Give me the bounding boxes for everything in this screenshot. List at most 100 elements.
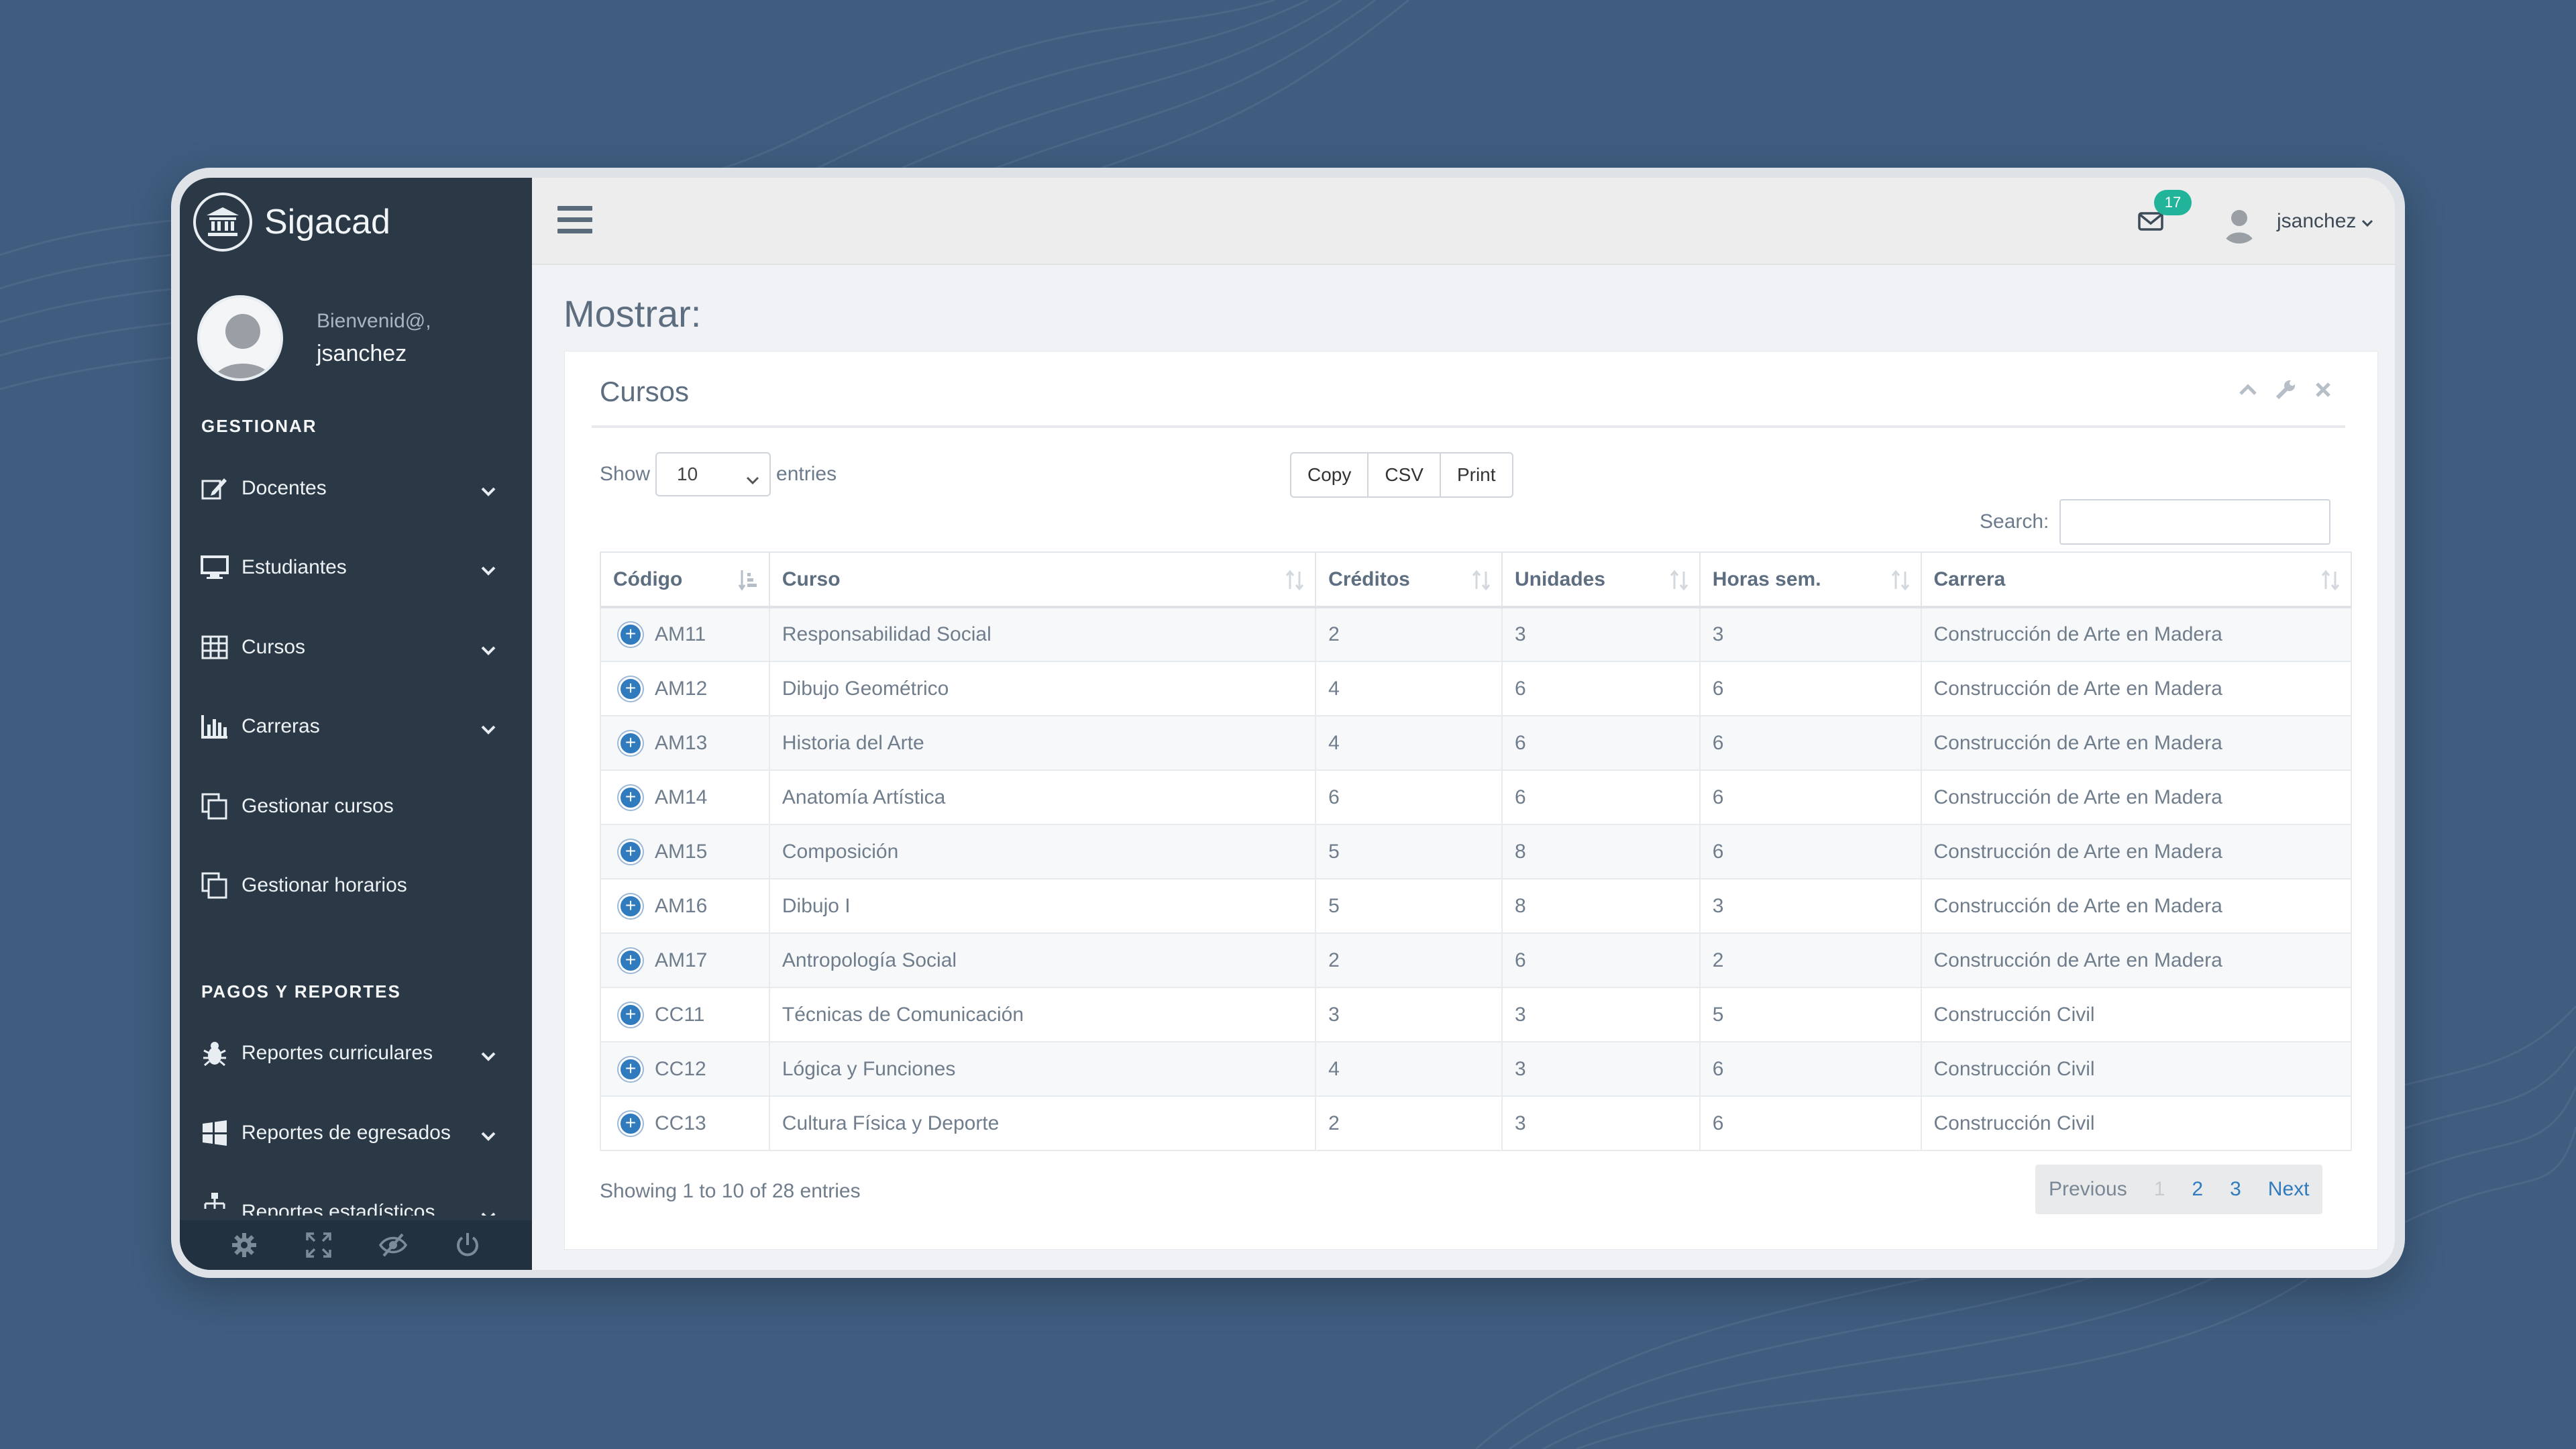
table-cell: 4 xyxy=(1315,715,1503,771)
expand-row-icon[interactable]: + xyxy=(619,1002,643,1027)
chevron-up-icon[interactable] xyxy=(2237,378,2259,401)
code-cell-content: + CC12 xyxy=(613,1057,769,1081)
brand[interactable]: Sigacad xyxy=(193,193,390,252)
pagination-next[interactable]: Next xyxy=(2255,1178,2323,1201)
table-cell: Construcción Civil xyxy=(1920,1041,2353,1097)
section-manage: GESTIONAR xyxy=(201,416,317,436)
expand-row-icon[interactable]: + xyxy=(619,894,643,918)
cell-text: AM16 xyxy=(655,894,708,917)
table-cell: 5 xyxy=(1699,987,1922,1042)
power-icon[interactable] xyxy=(451,1228,484,1262)
sidebar-item-reportes-estadisticos[interactable]: Reportes estadísticos xyxy=(200,1189,515,1216)
gear-icon[interactable] xyxy=(227,1228,261,1262)
table-cell: 2 xyxy=(1699,932,1922,988)
print-button[interactable]: Print xyxy=(1439,452,1513,498)
sidebar-item-docentes[interactable]: Docentes xyxy=(200,465,515,512)
expand-row-icon[interactable]: + xyxy=(619,785,643,810)
expand-row-icon[interactable]: + xyxy=(619,731,643,755)
sidebar-item-label: Docentes xyxy=(241,477,327,499)
sidebar-item-label: Estudiantes xyxy=(241,556,347,578)
app-screen: Sigacad Bienvenid@, jsanchez GESTIONAR D… xyxy=(180,178,2395,1270)
column-header-horas[interactable]: Horas sem. xyxy=(1699,551,1922,608)
pagination-previous[interactable]: Previous xyxy=(2035,1178,2141,1201)
table-row[interactable]: + CC12 Lógica y Funciones 4 3 6 Construcción C… xyxy=(600,1041,2353,1097)
table-cell: 6 xyxy=(1501,715,1701,771)
table-cell: 8 xyxy=(1501,824,1701,879)
expand-row-icon[interactable]: + xyxy=(619,1057,643,1081)
page-title: Mostrar: xyxy=(564,292,702,335)
cell-codigo: + CC12 xyxy=(600,1041,770,1097)
sidebar-item-carreras[interactable]: Carreras xyxy=(200,703,515,750)
close-icon[interactable] xyxy=(2312,378,2334,401)
column-header-curso[interactable]: Curso xyxy=(768,551,1317,608)
column-header-unidades[interactable]: Unidades xyxy=(1501,551,1701,608)
sidebar-item-gestionar-horarios[interactable]: Gestionar horarios xyxy=(200,862,515,909)
table-row[interactable]: + AM12 Dibujo Geométrico 4 6 6 Construcción de… xyxy=(600,661,2353,716)
table-cell: Construcción de Arte en Madera xyxy=(1920,715,2353,771)
table-cell: Construcción de Arte en Madera xyxy=(1920,824,2353,879)
table-cell: Antropología Social xyxy=(768,932,1317,988)
table-cell: 3 xyxy=(1501,1095,1701,1151)
wrench-icon[interactable] xyxy=(2274,378,2297,401)
fullscreen-icon[interactable] xyxy=(302,1228,335,1262)
table-body: + AM11 Responsabilidad Social 2 3 3 Construcci… xyxy=(600,606,2353,1151)
cell-text: AM13 xyxy=(655,731,708,754)
copy-icon xyxy=(200,793,229,820)
column-header-codigo[interactable]: Código xyxy=(600,551,770,608)
search-label: Search: xyxy=(1980,511,2049,533)
cell-codigo: + AM13 xyxy=(600,715,770,771)
column-header-carrera[interactable]: Carrera xyxy=(1920,551,2353,608)
sidebar-item-label: Reportes estadísticos xyxy=(241,1201,435,1216)
table-cell: 8 xyxy=(1501,878,1701,934)
table-cell: 3 xyxy=(1699,606,1922,662)
sidebar-item-reportes-egresados[interactable]: Reportes de egresados xyxy=(200,1110,515,1157)
table-cell: 6 xyxy=(1699,715,1922,771)
cell-text: AM12 xyxy=(655,677,708,700)
expand-row-icon[interactable]: + xyxy=(619,1111,643,1136)
csv-button[interactable]: CSV xyxy=(1367,452,1441,498)
pagination-page-1[interactable]: 1 xyxy=(2141,1178,2179,1201)
table-row[interactable]: + AM16 Dibujo I 5 8 3 Construcción de Arte en … xyxy=(600,878,2353,934)
entries-select[interactable]: 10 xyxy=(655,452,771,496)
avatar[interactable] xyxy=(197,295,283,381)
copy-button[interactable]: Copy xyxy=(1290,452,1369,498)
cell-codigo: + CC13 xyxy=(600,1095,770,1151)
sidebar-item-label: Reportes de egresados xyxy=(241,1122,451,1144)
expand-row-icon[interactable]: + xyxy=(619,676,643,701)
table-cell: 6 xyxy=(1699,1095,1922,1151)
table-row[interactable]: + CC11 Técnicas de Comunicación 3 3 5 Construc… xyxy=(600,987,2353,1042)
menu-toggle-icon[interactable] xyxy=(557,206,592,235)
table-row[interactable]: + AM15 Composición 5 8 6 Construcción de Arte … xyxy=(600,824,2353,879)
expand-row-icon[interactable]: + xyxy=(619,623,643,647)
table-cell: 6 xyxy=(1699,769,1922,825)
sidebar-item-cursos[interactable]: Cursos xyxy=(200,624,515,671)
pagination-page-3[interactable]: 3 xyxy=(2216,1178,2255,1201)
table-row[interactable]: + AM17 Antropología Social 2 6 2 Construcción … xyxy=(600,932,2353,988)
user-avatar[interactable] xyxy=(2219,203,2259,244)
pagination-page-2[interactable]: 2 xyxy=(2178,1178,2216,1201)
copy-icon xyxy=(200,872,229,899)
expand-row-icon[interactable]: + xyxy=(619,839,643,864)
sidebar-item-gestionar-cursos[interactable]: Gestionar cursos xyxy=(200,783,515,830)
table-cell: Construcción de Arte en Madera xyxy=(1920,606,2353,662)
table-row[interactable]: + AM13 Historia del Arte 4 6 6 Construcción de… xyxy=(600,715,2353,771)
table-cell: Responsabilidad Social xyxy=(768,606,1317,662)
eye-slash-icon[interactable] xyxy=(376,1228,410,1262)
sidebar-item-estudiantes[interactable]: Estudiantes xyxy=(200,544,515,591)
table-cell: Construcción de Arte en Madera xyxy=(1920,769,2353,825)
table-cell: 4 xyxy=(1315,1041,1503,1097)
user-menu[interactable]: jsanchez xyxy=(2277,210,2373,233)
sort-asc-icon xyxy=(738,569,758,597)
table-row[interactable]: + AM14 Anatomía Artística 6 6 6 Construcción d… xyxy=(600,769,2353,825)
table-cell: 6 xyxy=(1699,661,1922,716)
table-cell: 6 xyxy=(1315,769,1503,825)
cell-text: AM17 xyxy=(655,949,708,971)
table-row[interactable]: + AM11 Responsabilidad Social 2 3 3 Construcci… xyxy=(600,606,2353,662)
code-cell-content: + AM16 xyxy=(613,894,769,918)
sidebar-item-reportes-curriculares[interactable]: Reportes curriculares xyxy=(200,1030,515,1077)
search-input[interactable] xyxy=(2059,499,2331,545)
expand-row-icon[interactable]: + xyxy=(619,948,643,973)
sidebar-item-label: Carreras xyxy=(241,715,320,737)
column-header-creditos[interactable]: Créditos xyxy=(1315,551,1503,608)
table-row[interactable]: + CC13 Cultura Física y Deporte 2 3 6 Construc… xyxy=(600,1095,2353,1151)
